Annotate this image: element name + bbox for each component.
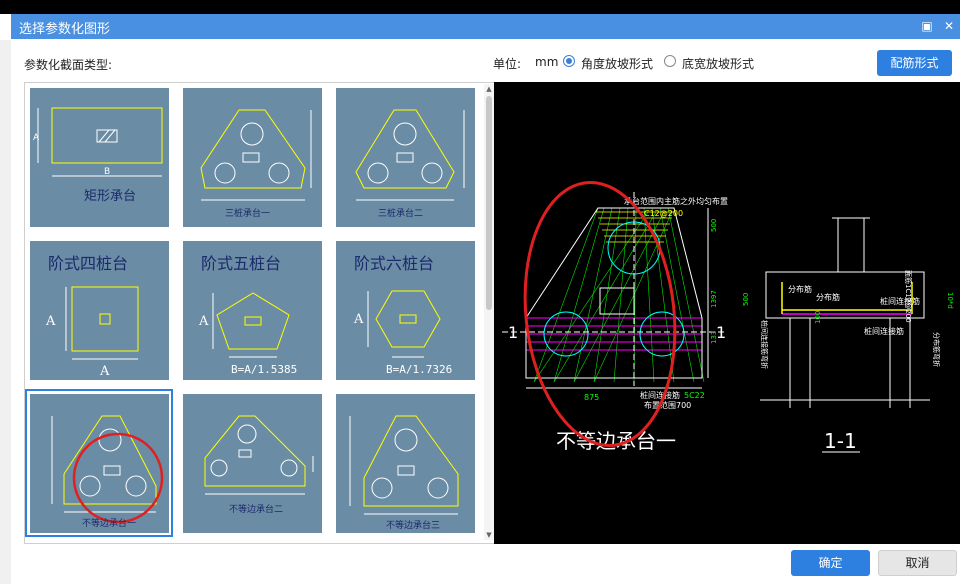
- ok-button[interactable]: 确定: [791, 550, 870, 576]
- section-marker-left: 1: [508, 323, 518, 342]
- shape-caption: 阶式六桩台: [354, 254, 434, 273]
- rebar-form-button[interactable]: 配筋形式: [877, 50, 952, 76]
- side-fenbu-2: 分布筋: [816, 292, 840, 302]
- shape-caption: 三桩承台二: [378, 207, 423, 219]
- unit-label: 单位:: [493, 57, 522, 71]
- svg-text:A: A: [45, 314, 56, 329]
- side-right-1: 面筋1C12@200: [904, 270, 913, 323]
- annotation-range: 布置范围700: [644, 400, 691, 410]
- side-right-3: 10*d: [946, 292, 954, 309]
- shape-thumbnail: 三桩承台二: [336, 88, 475, 227]
- rect-cap-drawing: A B 矩形承台: [33, 107, 163, 204]
- section-label: 1-1: [824, 429, 857, 453]
- shape-caption: 阶式四桩台: [48, 254, 128, 273]
- shape-thumbnail: 三桩承台一: [183, 88, 322, 227]
- unequal-cap-2-drawing: 不等边承台二: [204, 415, 314, 515]
- shape-preview-panel: 承台范围内主筋之外均匀布置 C12@200 桩间连接筋 5C22 布置范围700…: [494, 82, 960, 544]
- unequal-cap-1-drawing: 不等边承台一: [51, 415, 164, 529]
- svg-text:A: A: [198, 314, 209, 329]
- preview-drawing: 承台范围内主筋之外均匀布置 C12@200 桩间连接筋 5C22 布置范围700…: [502, 180, 954, 453]
- side-lianjie-1: 桩间连接筋: [880, 296, 920, 306]
- shape-item-step-five-pile[interactable]: 阶式五桩台 A B=A/1.5385: [178, 236, 326, 384]
- side-left: 桩间连接筋弯折: [760, 320, 769, 369]
- shape-caption: 三桩承台一: [225, 207, 270, 219]
- step-six-pile-drawing: 阶式六桩台 A B=A/1.7326: [353, 254, 452, 376]
- side-lianjie-2: 桩间连接筋: [864, 326, 904, 336]
- shape-list: A B 矩形承台 三桩承台一 三桩承台二 阶式四桩台 A A 阶式五桩台 A B…: [24, 82, 497, 544]
- step-five-pile-drawing: 阶式五桩台 A B=A/1.5385: [198, 254, 297, 376]
- svg-text:A: A: [99, 364, 110, 379]
- dialog-title: 选择参数化图形: [19, 22, 111, 37]
- dialog-titlebar: 选择参数化图形 ▣ ✕: [11, 14, 960, 39]
- shape-formula: B=A/1.7326: [386, 363, 452, 376]
- shape-item-three-pile-cap-1[interactable]: 三桩承台一: [178, 83, 326, 231]
- side-right-2: 分布筋弯折: [932, 332, 941, 367]
- scroll-up-arrow-icon[interactable]: ▲: [484, 84, 494, 94]
- radio-bottom-width-slope[interactable]: [664, 55, 676, 67]
- shape-thumbnail: 阶式四桩台 A A: [30, 241, 169, 380]
- shape-item-rect-cap[interactable]: A B 矩形承台: [25, 83, 173, 231]
- shape-item-step-four-pile[interactable]: 阶式四桩台 A A: [25, 236, 173, 384]
- cancel-button[interactable]: 取消: [878, 550, 957, 576]
- three-pile-1-drawing: 三桩承台一: [200, 109, 312, 219]
- section-marker-right: 1: [716, 323, 726, 342]
- svg-text:A: A: [353, 312, 364, 327]
- annotation-bottom-bar: 5C22: [684, 391, 705, 400]
- unit-value: mm: [535, 55, 559, 69]
- shape-thumbnail: A B 矩形承台: [30, 88, 169, 227]
- shape-item-unequal-cap-2[interactable]: 不等边承台二: [178, 389, 326, 537]
- annotation-dim-500: 500: [710, 219, 718, 232]
- step-four-pile-drawing: 阶式四桩台 A A: [45, 254, 139, 379]
- side-fenbu-1: 分布筋: [788, 284, 812, 294]
- shape-caption: 矩形承台: [84, 189, 136, 204]
- three-pile-2-drawing: 三桩承台二: [355, 109, 465, 219]
- section-type-label: 参数化截面类型:: [24, 58, 113, 72]
- annotation-dim-1397: 1397: [710, 290, 718, 308]
- annotation-dim-875: 875: [584, 393, 599, 402]
- shape-caption: 不等边承台一: [82, 517, 136, 529]
- maximize-icon[interactable]: ▣: [919, 18, 935, 34]
- shape-thumbnail: 不等边承台二: [183, 394, 322, 533]
- shape-caption: 阶式五桩台: [201, 254, 281, 273]
- shape-formula: B=A/1.5385: [231, 363, 297, 376]
- shape-item-three-pile-cap-2[interactable]: 三桩承台二: [331, 83, 479, 231]
- unequal-cap-3-drawing: 不等边承台三: [349, 415, 459, 531]
- scroll-down-arrow-icon[interactable]: ▼: [484, 530, 494, 540]
- background-cad-strip: [0, 0, 960, 14]
- shape-item-unequal-cap-1[interactable]: 不等边承台一: [25, 389, 173, 537]
- preview-title: 不等边承台一: [556, 429, 676, 453]
- radio-angle-slope-label[interactable]: 角度放坡形式: [581, 55, 653, 72]
- shape-list-scrollbar[interactable]: ▲ ▼: [484, 84, 494, 540]
- scrollbar-thumb[interactable]: [486, 96, 492, 310]
- close-icon[interactable]: ✕: [941, 18, 957, 34]
- shape-thumbnail: 不等边承台三: [336, 394, 475, 533]
- radio-angle-slope[interactable]: [563, 55, 575, 67]
- select-parametric-shape-dialog: 选择参数化图形 ▣ ✕ 参数化截面类型: 单位: mm 角度放坡形式 底宽放坡形…: [11, 14, 960, 584]
- radio-bottom-width-slope-label[interactable]: 底宽放坡形式: [682, 55, 754, 72]
- shape-item-unequal-cap-3[interactable]: 不等边承台三: [331, 389, 479, 537]
- shape-thumbnail: 阶式六桩台 A B=A/1.7326: [336, 241, 475, 380]
- shape-thumbnail: 不等边承台一: [30, 394, 169, 533]
- shape-thumbnail: 阶式五桩台 A B=A/1.5385: [183, 241, 322, 380]
- annotation-top-note: 承台范围内主筋之外均匀布置: [624, 196, 728, 206]
- side-dim-500: 500: [742, 293, 750, 306]
- annotation-bottom-note: 桩间连接筋: [640, 390, 680, 400]
- shape-item-step-six-pile[interactable]: 阶式六桩台 A B=A/1.7326: [331, 236, 479, 384]
- shape-caption: 不等边承台二: [229, 503, 283, 515]
- annotation-top-bar: C12@200: [644, 209, 683, 218]
- svg-text:A: A: [33, 133, 40, 143]
- svg-text:B: B: [104, 167, 110, 177]
- shape-caption: 不等边承台三: [386, 519, 440, 531]
- side-dim-100: 100: [814, 311, 822, 324]
